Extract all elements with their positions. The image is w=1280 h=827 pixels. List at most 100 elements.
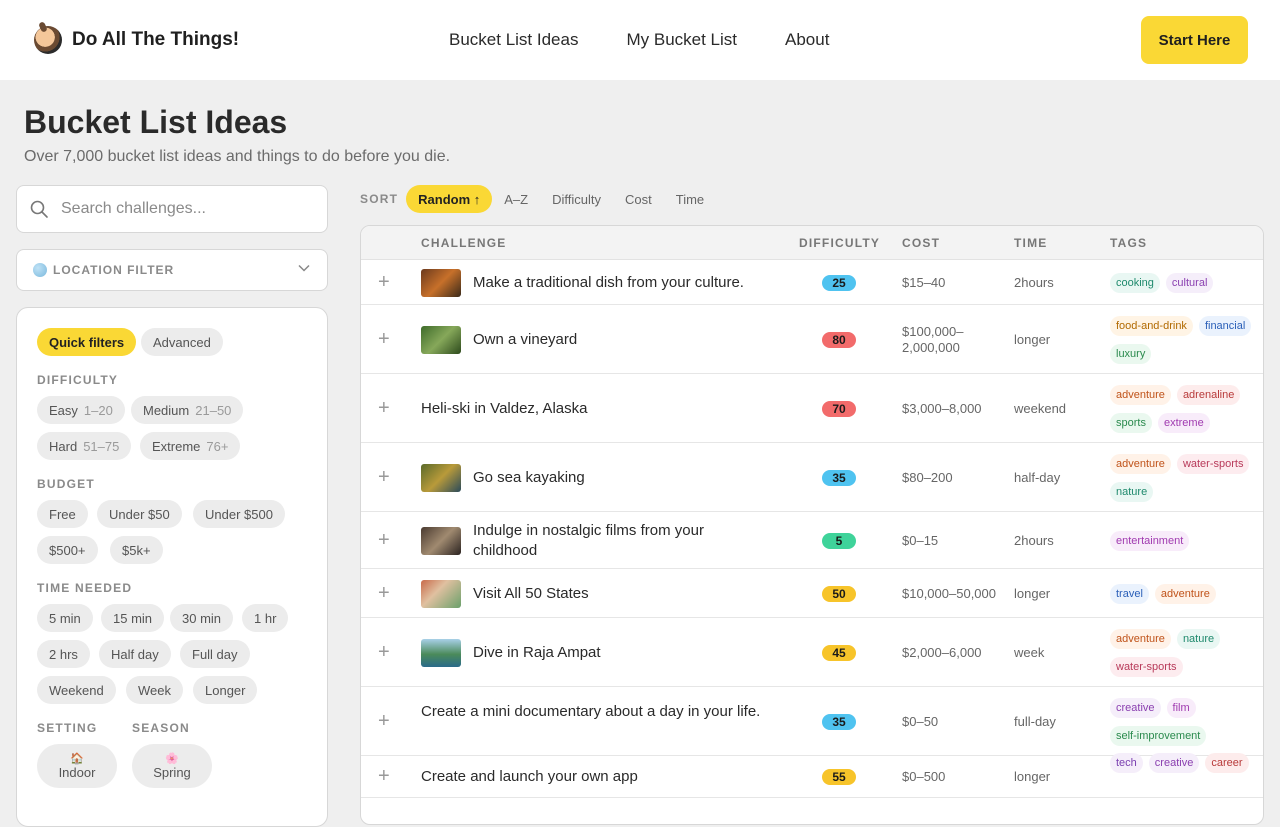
- table-row[interactable]: + Visit All 50 States 50 $10,000–50,000 long…: [361, 569, 1263, 618]
- table-row[interactable]: + Go sea kayaking 35 $80–200 half-day adventu…: [361, 443, 1263, 512]
- budget-500-plus-chip[interactable]: $500+: [37, 536, 98, 564]
- difficulty-badge: 80: [822, 331, 856, 348]
- tag-chip[interactable]: food-and-drink: [1110, 315, 1193, 336]
- col-difficulty[interactable]: DIFFICULTY: [799, 236, 880, 250]
- sort-random[interactable]: Random ↑: [406, 185, 493, 213]
- tag-chip[interactable]: cooking: [1110, 272, 1160, 293]
- difficulty-extreme-chip[interactable]: Extreme 76+: [140, 432, 241, 460]
- time-15-min-chip[interactable]: 15 min: [101, 604, 165, 632]
- add-to-list-icon[interactable]: +: [378, 711, 390, 731]
- add-to-list-icon[interactable]: +: [378, 329, 390, 349]
- chip-range: 21–50: [195, 402, 232, 418]
- time-week-chip[interactable]: Week: [126, 676, 183, 704]
- challenge-title[interactable]: Visit All 50 States: [473, 584, 833, 604]
- table-row[interactable]: + Own a vineyard 80 $100,000–2,000,000 longe…: [361, 305, 1263, 374]
- sort-difficulty[interactable]: Difficulty: [540, 185, 613, 213]
- tag-chip[interactable]: film: [1166, 697, 1196, 718]
- tag-chip[interactable]: career: [1205, 753, 1249, 773]
- sort-cost[interactable]: Cost: [613, 185, 664, 213]
- tag-chip[interactable]: creative: [1110, 697, 1161, 718]
- tag-chip[interactable]: cultural: [1165, 272, 1214, 293]
- nav-bucket-list-ideas[interactable]: Bucket List Ideas: [449, 30, 578, 50]
- top-navigation-bar: Do All The Things! Bucket List Ideas My …: [0, 0, 1280, 80]
- col-cost[interactable]: COST: [902, 236, 940, 250]
- location-filter-toggle[interactable]: LOCATION FILTER: [16, 249, 328, 291]
- add-to-list-icon[interactable]: +: [378, 467, 390, 487]
- challenge-title[interactable]: Go sea kayaking: [473, 468, 833, 488]
- challenge-thumbnail: [421, 463, 461, 492]
- budget-under-50-chip[interactable]: Under $50: [97, 500, 182, 528]
- chip-name: Hard: [49, 438, 78, 454]
- tag-chip[interactable]: extreme: [1157, 412, 1210, 433]
- challenge-title[interactable]: Create and launch your own app: [421, 767, 781, 787]
- sort-a-z[interactable]: A–Z: [492, 185, 540, 213]
- add-to-list-icon[interactable]: +: [378, 398, 390, 418]
- time-1-hr-chip[interactable]: 1 hr: [242, 604, 289, 632]
- challenge-title[interactable]: Create a mini documentary about a day in…: [421, 702, 771, 722]
- add-to-list-icon[interactable]: +: [378, 642, 390, 662]
- brand-link[interactable]: Do All The Things!: [34, 26, 239, 54]
- tag-chip[interactable]: tech: [1110, 753, 1143, 773]
- budget-5k-plus-chip[interactable]: $5k+: [110, 536, 163, 564]
- tag-list: food-and-drink financial luxury: [1110, 315, 1260, 364]
- challenge-title[interactable]: Indulge in nostalgic films from your chi…: [473, 521, 743, 561]
- nav-about[interactable]: About: [785, 30, 829, 50]
- tag-chip[interactable]: financial: [1198, 315, 1252, 336]
- table-row[interactable]: + Heli-ski in Valdez, Alaska 70 $3,000–8,00…: [361, 374, 1263, 443]
- tag-chip[interactable]: adventure: [1110, 384, 1171, 405]
- add-to-list-icon[interactable]: +: [378, 583, 390, 603]
- tag-chip[interactable]: travel: [1110, 583, 1149, 604]
- tab-quick-filters[interactable]: Quick filters: [37, 328, 137, 356]
- table-row[interactable]: + Indulge in nostalgic films from your ch…: [361, 512, 1263, 569]
- time-2-hrs-chip[interactable]: 2 hrs: [37, 640, 90, 668]
- tag-chip[interactable]: adrenaline: [1176, 384, 1241, 405]
- tag-chip[interactable]: nature: [1110, 481, 1154, 502]
- tag-chip[interactable]: adventure: [1154, 583, 1216, 604]
- challenge-title[interactable]: Dive in Raja Ampat: [473, 643, 833, 663]
- tag-chip[interactable]: adventure: [1110, 453, 1171, 474]
- tag-chip[interactable]: luxury: [1110, 343, 1152, 364]
- challenge-thumbnail: [421, 325, 461, 354]
- time-longer-chip[interactable]: Longer: [193, 676, 258, 704]
- sort-time[interactable]: Time: [664, 185, 716, 213]
- time-weekend-chip[interactable]: Weekend: [37, 676, 116, 704]
- budget-free-chip[interactable]: Free: [37, 500, 88, 528]
- add-to-list-icon[interactable]: +: [378, 272, 390, 292]
- cost-value: $0–500: [902, 769, 946, 784]
- col-challenge[interactable]: CHALLENGE: [421, 236, 506, 250]
- budget-under-500-chip[interactable]: Under $500: [193, 500, 285, 528]
- season-spring-chip[interactable]: 🌸 Spring: [132, 744, 212, 788]
- tag-chip[interactable]: water-sports: [1176, 453, 1250, 474]
- difficulty-medium-chip[interactable]: Medium 21–50: [131, 396, 244, 424]
- challenge-title[interactable]: Own a vineyard: [473, 330, 833, 350]
- time-full-day-chip[interactable]: Full day: [180, 640, 250, 668]
- tag-chip[interactable]: entertainment: [1110, 530, 1190, 551]
- time-5-min-chip[interactable]: 5 min: [37, 604, 93, 632]
- table-row[interactable]: + Create and launch your own app 55 $0–500 l…: [361, 753, 1263, 798]
- time-30-min-chip[interactable]: 30 min: [170, 604, 234, 632]
- sort-label: SORT: [360, 192, 399, 206]
- nav-my-bucket-list[interactable]: My Bucket List: [626, 30, 737, 50]
- start-here-button[interactable]: Start Here: [1141, 16, 1248, 64]
- setting-indoor-chip[interactable]: 🏠 Indoor: [37, 744, 117, 788]
- table-row[interactable]: + Make a traditional dish from your cultu…: [361, 260, 1263, 305]
- tag-chip[interactable]: adventure: [1110, 628, 1171, 649]
- difficulty-hard-chip[interactable]: Hard 51–75: [37, 432, 132, 460]
- setting-indoor-label: Indoor: [58, 764, 96, 780]
- search-input[interactable]: [61, 200, 327, 218]
- table-row[interactable]: + Create a mini documentary about a day i…: [361, 687, 1263, 756]
- add-to-list-icon[interactable]: +: [378, 530, 390, 550]
- tab-advanced[interactable]: Advanced: [141, 328, 223, 356]
- difficulty-easy-chip[interactable]: Easy 1–20: [37, 396, 125, 424]
- col-time[interactable]: TIME: [1014, 236, 1047, 250]
- add-to-list-icon[interactable]: +: [378, 766, 390, 786]
- tag-chip[interactable]: water-sports: [1110, 656, 1183, 677]
- challenge-title[interactable]: Heli-ski in Valdez, Alaska: [421, 399, 781, 419]
- time-half-day-chip[interactable]: Half day: [99, 640, 171, 668]
- table-row[interactable]: + Dive in Raja Ampat 45 $2,000–6,000 week adv…: [361, 618, 1263, 687]
- challenge-title[interactable]: Make a traditional dish from your cultur…: [473, 273, 833, 293]
- tag-chip[interactable]: nature: [1176, 628, 1221, 649]
- tag-chip[interactable]: sports: [1110, 412, 1152, 433]
- tag-chip[interactable]: self-improvement: [1110, 725, 1207, 746]
- tag-chip[interactable]: creative: [1148, 753, 1200, 773]
